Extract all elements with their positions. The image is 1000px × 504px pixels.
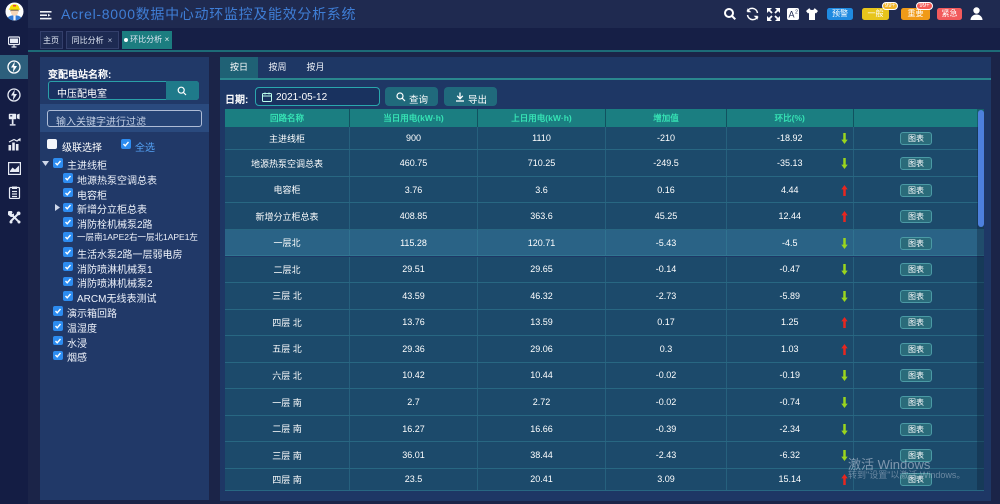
svg-text:2: 2	[795, 10, 798, 16]
svg-text:A: A	[788, 10, 794, 20]
